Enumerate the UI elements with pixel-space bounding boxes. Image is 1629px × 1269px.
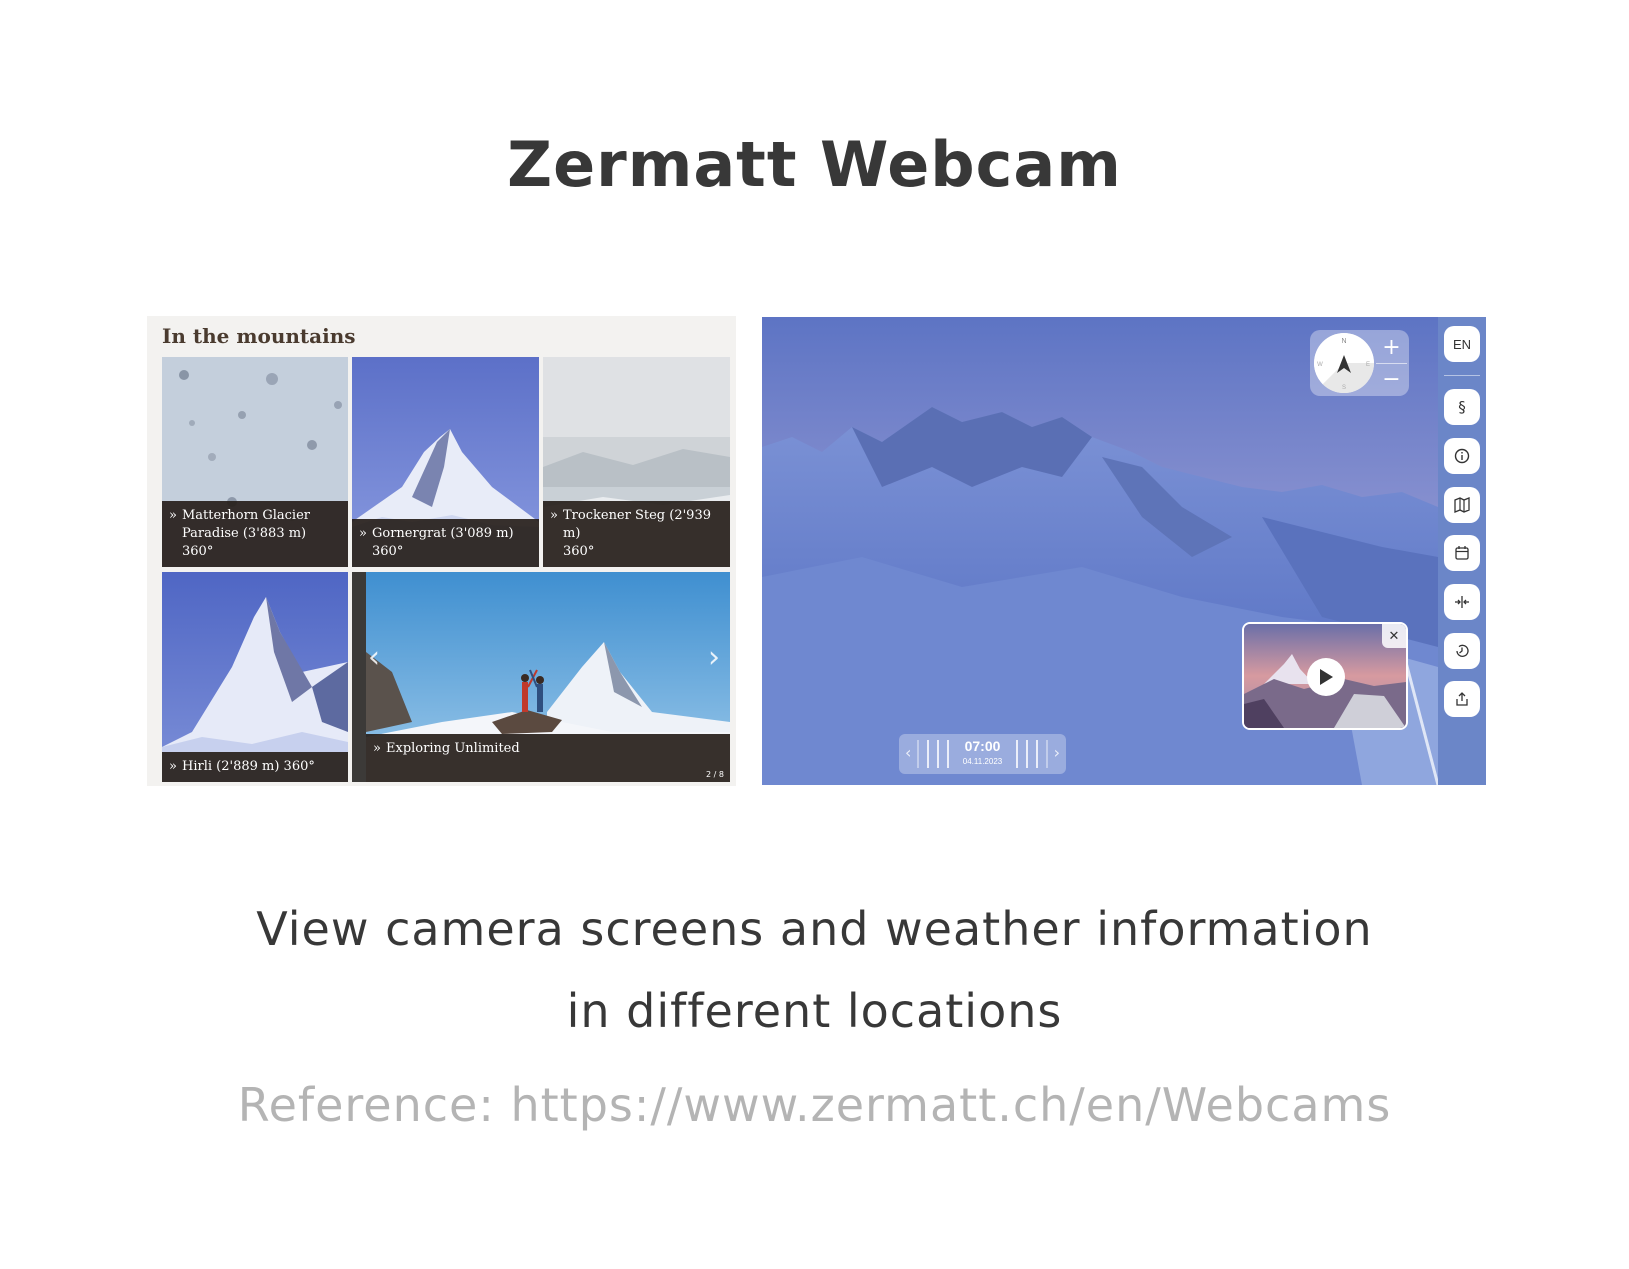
page-title: Zermatt Webcam <box>507 128 1122 201</box>
carousel-pager: 2 / 8 <box>706 770 724 779</box>
time-slider[interactable]: ‹ 07:00 04.11.2023 › <box>899 734 1066 774</box>
webcam-grid-panel: In the mountains » Matterhorn Glacier Pa… <box>147 316 736 786</box>
page-subtitle: View camera screens and weather informat… <box>256 902 1373 1038</box>
compass-south-label: S <box>1342 385 1346 391</box>
webcam-tile-matterhorn-glacier-paradise[interactable]: » Matterhorn Glacier Paradise (3'883 m) … <box>162 357 348 567</box>
play-button[interactable] <box>1307 658 1345 696</box>
compare-icon[interactable] <box>1444 584 1480 620</box>
matterhorn-image <box>162 572 348 782</box>
compass-zoom-control: N E S W + − <box>1310 330 1409 396</box>
info-icon[interactable] <box>1444 438 1480 474</box>
history-icon[interactable] <box>1444 633 1480 669</box>
tile-caption: » Gornergrat (3'089 m) 360° <box>352 519 539 567</box>
video-preview[interactable]: ✕ <box>1242 622 1408 730</box>
carousel-prev-arrow[interactable]: ‹ <box>368 640 380 675</box>
tile-caption: » Matterhorn Glacier Paradise (3'883 m) … <box>162 501 348 567</box>
webcam-viewer[interactable]: N E S W + − ‹ 07:00 04.11.2023 › ✕ EN § <box>762 317 1486 785</box>
compass-east-label: E <box>1366 362 1370 368</box>
compass-dial: N E S W <box>1314 333 1374 393</box>
map-icon[interactable] <box>1444 487 1480 523</box>
compass-icon[interactable]: N E S W <box>1314 333 1374 393</box>
tile-caption: » Exploring Unlimited <box>366 734 730 782</box>
zoom-in-button[interactable]: + <box>1376 332 1407 363</box>
tile-caption: » Hirli (2'889 m) 360° <box>162 752 348 782</box>
zoom-out-button[interactable]: − <box>1376 364 1407 395</box>
calendar-icon[interactable] <box>1444 535 1480 571</box>
time-label: 07:00 <box>964 738 1001 754</box>
webcam-tile-trockener-steg[interactable]: » Trockener Steg (2'939 m) 360° <box>543 357 730 567</box>
compass-north-label: N <box>1341 338 1346 345</box>
sidebar-divider <box>1444 375 1480 376</box>
reference-link: Reference: https://www.zermatt.ch/en/Web… <box>237 1078 1392 1132</box>
close-video-button[interactable]: ✕ <box>1382 624 1406 648</box>
date-label: 04.11.2023 <box>962 757 1003 766</box>
webcam-tile-gornergrat[interactable]: » Gornergrat (3'089 m) 360° <box>352 357 539 567</box>
compass-west-label: W <box>1317 362 1323 368</box>
carousel-exploring-unlimited[interactable]: ‹ › » Exploring Unlimited 2 / 8 <box>352 572 730 782</box>
share-icon[interactable] <box>1444 681 1480 717</box>
chevron-right-icon[interactable]: › <box>1054 743 1060 762</box>
language-button[interactable]: EN <box>1444 326 1480 362</box>
carousel-next-arrow[interactable]: › <box>708 640 720 675</box>
section-heading: In the mountains <box>162 324 356 348</box>
tile-caption: » Trockener Steg (2'939 m) 360° <box>543 501 730 567</box>
play-icon <box>1320 669 1333 685</box>
webcam-tile-hirli[interactable]: » Hirli (2'889 m) 360° <box>162 572 348 782</box>
viewer-sidebar: EN § <box>1438 317 1486 785</box>
paragraph-icon[interactable]: § <box>1444 389 1480 425</box>
